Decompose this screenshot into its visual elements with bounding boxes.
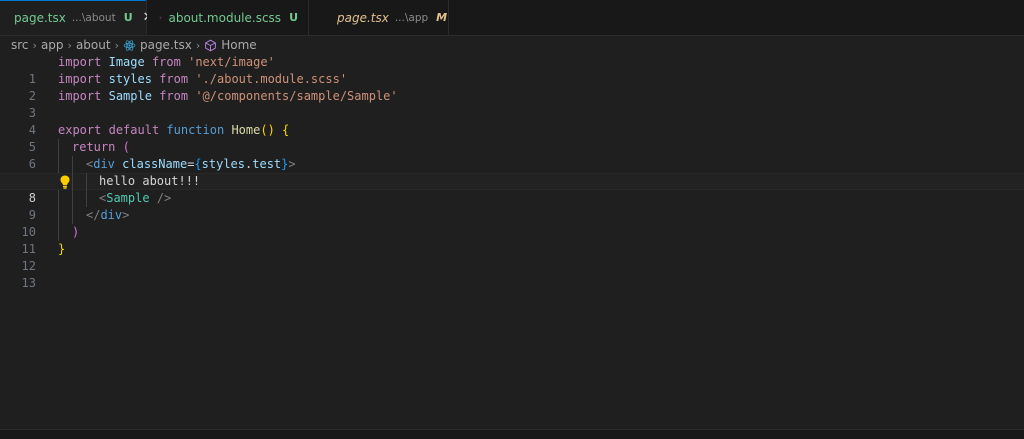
tab-path: ...\app: [394, 11, 429, 24]
code-token: >: [122, 208, 130, 222]
tab-page-tsx-app[interactable]: page.tsx ...\app M: [309, 0, 449, 35]
editor-tab-bar: page.tsx ...\about U ✕ about.module.scss…: [0, 0, 1024, 36]
code-token: hello about!!!: [99, 174, 201, 188]
chevron-right-icon: ›: [195, 38, 201, 52]
code-token: export: [58, 123, 102, 137]
lightbulb-icon[interactable]: [58, 173, 72, 190]
sass-icon: [159, 16, 162, 19]
code-token: {: [194, 157, 202, 171]
code-token: div: [93, 157, 115, 171]
chevron-right-icon: ›: [32, 38, 37, 52]
code-line[interactable]: 9 <Sample />: [0, 190, 1024, 222]
code-token: className: [122, 157, 188, 171]
chevron-right-icon: ›: [67, 38, 72, 52]
indent-guide: [58, 156, 59, 173]
code-token: div: [100, 208, 123, 222]
code-token: }: [58, 242, 66, 256]
code-token: default: [108, 123, 160, 137]
code-line[interactable]: 6 return (: [0, 139, 1024, 171]
tab-page-tsx-about[interactable]: page.tsx ...\about U ✕: [0, 0, 154, 35]
code-token: Home: [231, 123, 261, 137]
code-line[interactable]: 3 import Sample from '@/components/sampl…: [0, 88, 1024, 120]
indent-guide: [86, 190, 87, 207]
code-line[interactable]: 2 import styles from './about.module.scs…: [0, 71, 1024, 103]
breadcrumb-item-app[interactable]: app: [41, 38, 64, 52]
indent-guide: [58, 139, 59, 156]
code-token: Sample: [108, 89, 152, 103]
indent-guide: [72, 156, 73, 173]
git-status-badge: U: [289, 11, 298, 24]
code-token: Sample: [106, 191, 150, 205]
tab-about-module-scss[interactable]: about.module.scss U: [147, 0, 309, 35]
code-line[interactable]: 7 <div className={styles.test}>: [0, 156, 1024, 188]
code-token: ): [267, 123, 275, 137]
git-status-badge: U: [123, 11, 133, 24]
indent-guide: [72, 207, 73, 224]
bottom-panel-edge: [0, 429, 1024, 439]
code-token: import: [58, 55, 102, 69]
chevron-right-icon: ›: [114, 38, 119, 52]
tab-filename: page.tsx: [337, 10, 389, 25]
breadcrumb-item-about[interactable]: about: [76, 38, 111, 52]
symbol-method-icon: [205, 39, 217, 51]
code-line[interactable]: 1 import Image from 'next/image': [0, 54, 1024, 86]
code-line[interactable]: 11 ): [0, 224, 1024, 256]
indent-guide: [86, 173, 87, 190]
indent-guide: [58, 190, 59, 207]
indent-guide: [58, 224, 59, 241]
code-token: styles: [201, 157, 246, 171]
code-token: 'next/image': [188, 55, 275, 69]
breadcrumb-item-file[interactable]: page.tsx: [140, 38, 192, 52]
code-token: ): [72, 225, 80, 239]
code-token: </: [86, 208, 101, 222]
code-line[interactable]: 4: [0, 105, 1024, 137]
code-line[interactable]: 12 }: [0, 241, 1024, 273]
indent-guide: [58, 207, 59, 224]
react-icon: [123, 39, 136, 51]
indent-guide: [72, 173, 73, 190]
breadcrumb-item-symbol[interactable]: Home: [221, 38, 256, 52]
code-token: {: [282, 123, 290, 137]
tab-filename: page.tsx: [14, 10, 66, 25]
git-status-badge: M: [436, 11, 448, 24]
indent-guide: [72, 190, 73, 207]
code-editor[interactable]: 1 import Image from 'next/image' 2 impor…: [0, 54, 1024, 430]
code-token: from: [151, 55, 181, 69]
code-line[interactable]: 10 </div>: [0, 207, 1024, 239]
code-line[interactable]: 5 export default function Home() {: [0, 122, 1024, 154]
line-number: 13: [21, 276, 36, 290]
breadcrumb: src › app › about › page.tsx › Home: [0, 36, 1024, 54]
code-token: './about.module.scss': [195, 72, 348, 86]
tab-filename: about.module.scss: [168, 10, 282, 25]
code-token: >: [288, 157, 296, 171]
code-token: from: [159, 72, 189, 86]
code-token: import: [58, 89, 102, 103]
code-token: (: [260, 123, 268, 137]
code-token: />: [156, 191, 172, 205]
tab-path: ...\about: [71, 11, 116, 24]
code-token: return: [72, 140, 116, 154]
code-line[interactable]: 13: [0, 258, 1024, 290]
breadcrumb-item-src[interactable]: src: [11, 38, 29, 52]
code-token: import: [58, 72, 102, 86]
code-token: test: [252, 157, 282, 171]
code-token: styles: [108, 72, 152, 86]
code-line-current[interactable]: 8 hello about!!!: [0, 173, 1024, 205]
code-token: Image: [108, 55, 145, 69]
code-token: from: [159, 89, 189, 103]
code-token: function: [166, 123, 225, 137]
code-token: (: [122, 140, 130, 154]
code-token: '@/components/sample/Sample': [195, 89, 398, 103]
